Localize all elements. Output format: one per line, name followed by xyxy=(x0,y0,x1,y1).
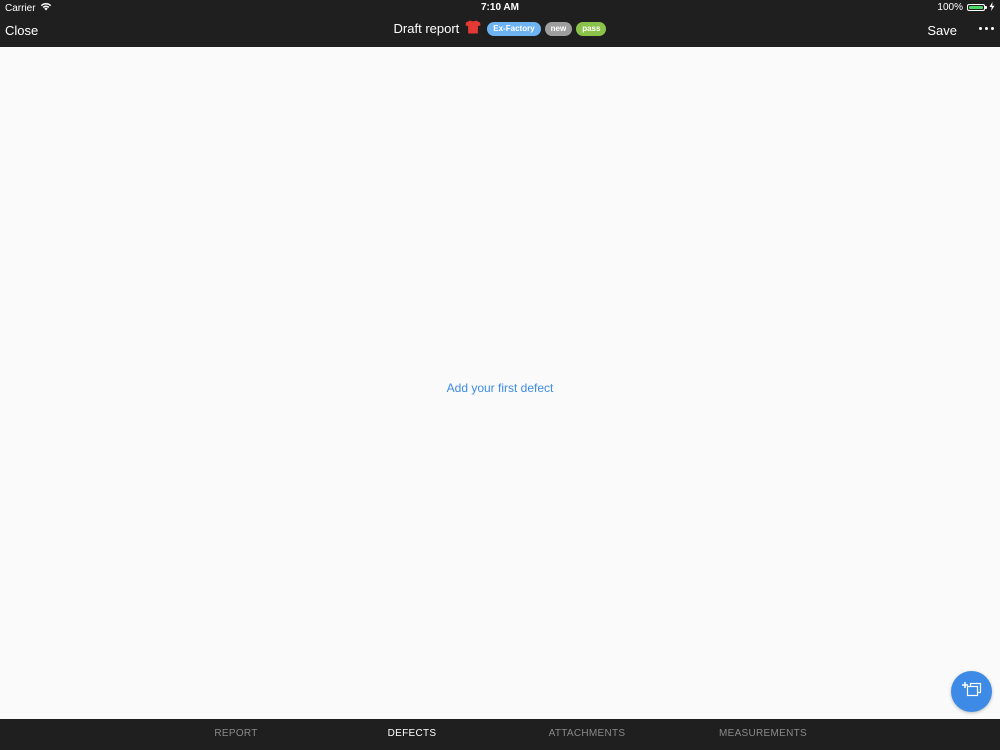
battery-fill xyxy=(969,6,983,9)
more-dot xyxy=(979,27,982,30)
page-title: Draft report xyxy=(393,21,460,36)
more-dot xyxy=(991,27,994,30)
tab-attachments[interactable]: ATTACHMENTS xyxy=(549,728,626,739)
shirt-icon xyxy=(465,20,481,34)
add-defect-icon xyxy=(961,681,983,702)
add-first-defect-link[interactable]: Add your first defect xyxy=(0,381,1000,395)
app-screen: Carrier 7:10 AM 100% Close Draft report … xyxy=(0,0,1000,750)
defects-panel: Add your first defect xyxy=(0,47,1000,719)
battery-icon xyxy=(967,4,987,11)
status-bar: Carrier 7:10 AM 100% xyxy=(0,0,1000,16)
tab-bar: REPORT DEFECTS ATTACHMENTS MEASUREMENTS xyxy=(0,719,1000,750)
more-dot xyxy=(985,27,988,30)
add-defect-button[interactable] xyxy=(951,671,992,712)
status-time: 7:10 AM xyxy=(481,2,519,13)
tab-report[interactable]: REPORT xyxy=(214,728,257,739)
save-button[interactable]: Save xyxy=(927,23,957,38)
nav-title-group: Draft report Ex-Factory new pass xyxy=(0,20,1000,36)
nav-bar: Close Draft report Ex-Factory new pass S… xyxy=(0,16,1000,47)
charging-icon xyxy=(989,2,995,13)
result-badge: pass xyxy=(576,22,607,36)
status-right: 100% xyxy=(937,2,995,13)
tab-measurements[interactable]: MEASUREMENTS xyxy=(719,728,807,739)
status-badge: new xyxy=(544,22,573,36)
battery-percent: 100% xyxy=(937,2,963,13)
more-icon[interactable] xyxy=(979,27,994,30)
type-badge: Ex-Factory xyxy=(487,22,541,36)
tab-defects[interactable]: DEFECTS xyxy=(388,728,437,739)
